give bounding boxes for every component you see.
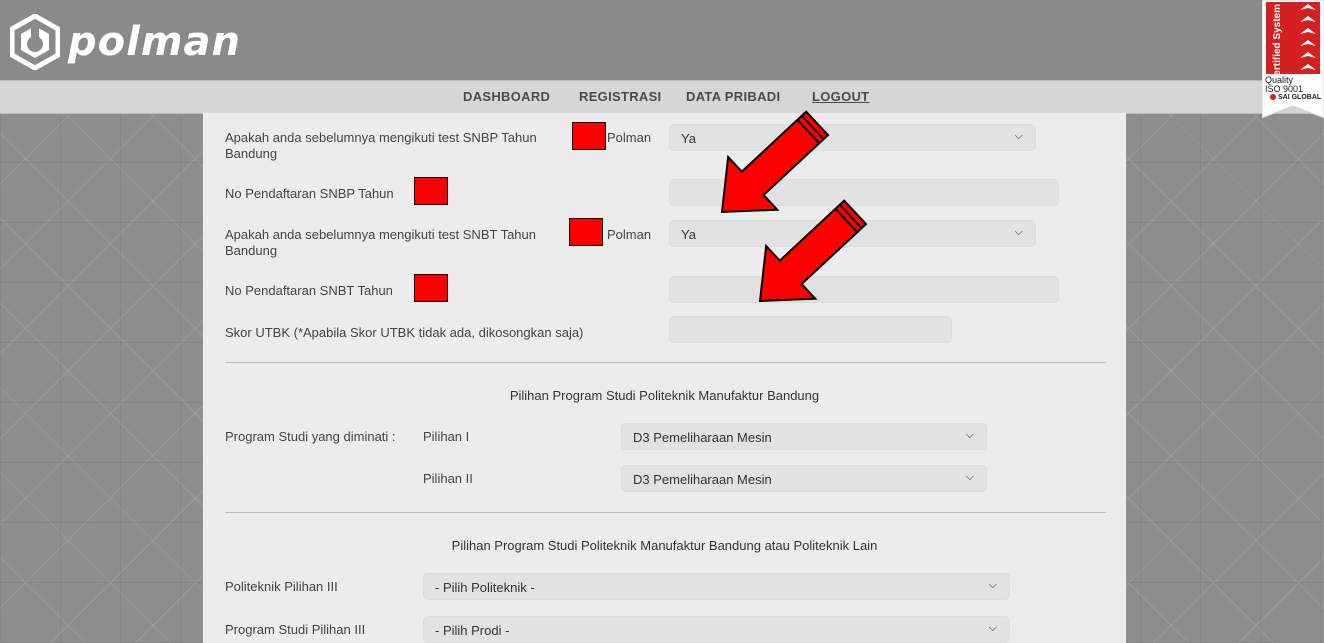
redacted-year-box — [569, 218, 603, 246]
snbp-number-label: No Pendaftaran SNBP Tahun — [225, 186, 394, 201]
section-title-polman: Pilihan Program Studi Politeknik Manufak… — [509, 388, 820, 403]
snbp-question-label: Apakah anda sebelumnya mengikuti test SN… — [225, 130, 537, 145]
snbt-participation-value: Ya — [681, 227, 696, 242]
nav-dashboard[interactable]: DASHBOARD — [463, 89, 550, 104]
cert-sai-global-label: SAI GLOBAL — [1278, 94, 1322, 101]
prodi-interest-label: Program Studi yang diminati : — [225, 429, 396, 444]
choice-2-value: D3 Pemeliharaan Mesin — [633, 472, 772, 487]
nav-logout[interactable]: LOGOUT — [812, 89, 869, 104]
polman-logo-icon — [10, 14, 60, 70]
redacted-year-box — [414, 177, 448, 205]
choice-1-select[interactable]: D3 Pemeliharaan Mesin ⌵ — [621, 423, 987, 450]
iso-certification-badge: Certified System Quality ISO 9001 SAI GL… — [1261, 0, 1324, 122]
polman-logo[interactable]: polman — [10, 12, 241, 72]
snbp-participation-value: Ya — [681, 131, 696, 146]
nav-data-pribadi[interactable]: DATA PRIBADI — [686, 89, 780, 104]
prodi-choice-3-value: - Pilih Prodi - — [435, 623, 510, 638]
nav-registrasi[interactable]: REGISTRASI — [579, 89, 661, 104]
politeknik-choice-3-select[interactable]: - Pilih Politeknik - ⌵ — [423, 573, 1010, 600]
chevron-down-icon: ⌵ — [965, 471, 974, 483]
politeknik-choice-3-value: - Pilih Politeknik - — [435, 580, 535, 595]
snbt-question-label-end: Bandung — [225, 243, 278, 258]
prodi-choice-3-label: Program Studi Pilihan III — [225, 622, 366, 637]
cert-system-label: Certified System — [1272, 4, 1283, 83]
chevron-down-icon: ⌵ — [965, 429, 974, 441]
redacted-year-box — [572, 122, 606, 150]
section-divider — [225, 512, 1106, 513]
choice-2-select[interactable]: D3 Pemeliharaan Mesin ⌵ — [621, 465, 987, 492]
snbt-question-label-cont: Polman — [607, 227, 652, 242]
snbt-number-input[interactable] — [669, 276, 1059, 303]
chevron-down-icon: ⌵ — [988, 622, 997, 634]
snbp-question-label-cont: Polman — [607, 130, 652, 145]
snbt-question-label: Apakah anda sebelumnya mengikuti test SN… — [225, 227, 536, 242]
politeknik-choice-3-label: Politeknik Pilihan III — [225, 579, 338, 594]
snbt-participation-select[interactable]: Ya ⌵ — [669, 220, 1036, 247]
snbp-participation-select[interactable]: Ya ⌵ — [669, 124, 1036, 151]
choice-2-label: Pilihan II — [423, 471, 473, 486]
snbt-number-label: No Pendaftaran SNBT Tahun — [225, 283, 393, 298]
section-divider — [225, 362, 1106, 363]
section-title-polman-or-other: Pilihan Program Studi Politeknik Manufak… — [451, 538, 878, 553]
registration-form-panel: Apakah anda sebelumnya mengikuti test SN… — [203, 113, 1126, 643]
chevron-down-icon: ⌵ — [1014, 130, 1023, 142]
snbp-question-label-end: Bandung — [225, 146, 278, 161]
redacted-year-box — [414, 274, 448, 302]
utbk-score-input[interactable] — [669, 316, 952, 343]
prodi-choice-3-select[interactable]: - Pilih Prodi - ⌵ — [423, 616, 1010, 643]
header-bar: polman — [0, 0, 1324, 80]
chevron-down-icon: ⌵ — [988, 579, 997, 591]
brand-name: polman — [68, 19, 241, 65]
cert-iso-label: ISO 9001 — [1265, 84, 1304, 94]
snbp-number-input[interactable] — [669, 179, 1059, 206]
choice-1-label: Pilihan I — [423, 429, 470, 444]
main-navigation: DASHBOARD REGISTRASI DATA PRIBADI LOGOUT — [0, 80, 1324, 114]
utbk-score-label: Skor UTBK (*Apabila Skor UTBK tidak ada,… — [225, 325, 584, 340]
chevron-down-icon: ⌵ — [1014, 226, 1023, 238]
choice-1-value: D3 Pemeliharaan Mesin — [633, 430, 772, 445]
